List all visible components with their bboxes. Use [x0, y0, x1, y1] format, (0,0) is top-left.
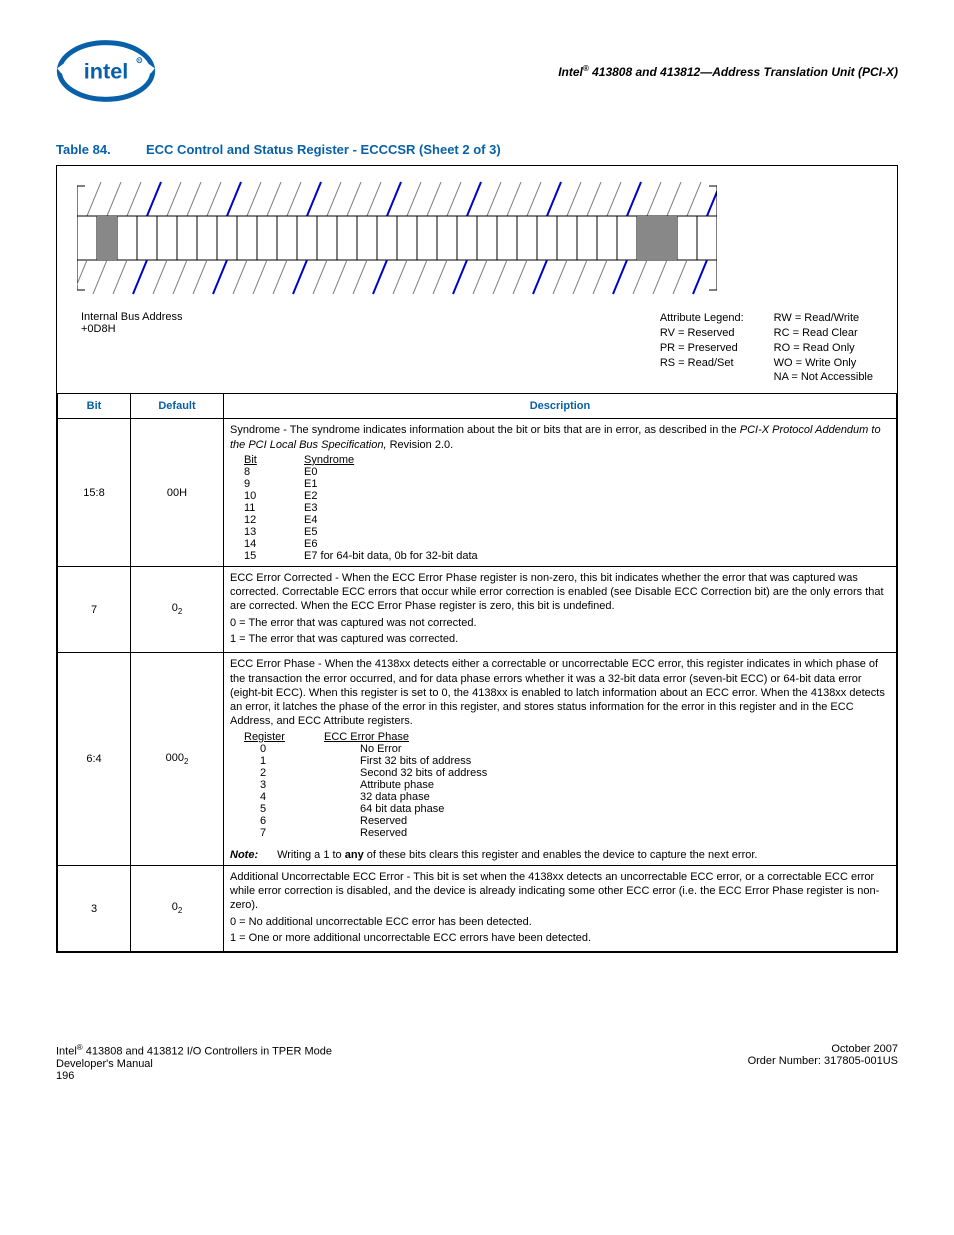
table-caption: Table 84.ECC Control and Status Register…	[56, 142, 898, 157]
svg-text:R: R	[138, 58, 141, 63]
th-description: Description	[224, 394, 897, 419]
intel-logo: intel R	[56, 40, 156, 102]
table-row: 6:4 0002 ECC Error Phase - When the 4138…	[58, 653, 897, 865]
attribute-legend: Attribute Legend: RV = Reserved PR = Pre…	[660, 311, 873, 385]
page-footer: Intel® 413808 and 413812 I/O Controllers…	[56, 1043, 898, 1082]
table-row: 3 02 Additional Uncorrectable ECC Error …	[58, 865, 897, 951]
register-table: Bit Default Description 15:8 00H Syndrom…	[57, 393, 897, 952]
page-header: intel R Intel® 413808 and 413812—Address…	[56, 40, 898, 102]
table-row: 15:8 00H Syndrome - The syndrome indicat…	[58, 419, 897, 567]
header-title: Intel® 413808 and 413812—Address Transla…	[558, 64, 898, 79]
svg-text:intel: intel	[84, 59, 129, 84]
bitfield-diagram	[77, 178, 717, 298]
register-box: Internal Bus Address +0D8H Attribute Leg…	[56, 165, 898, 953]
th-default: Default	[131, 394, 224, 419]
table-row: 7 02 ECC Error Corrected - When the ECC …	[58, 566, 897, 652]
th-bit: Bit	[58, 394, 131, 419]
internal-bus-address: Internal Bus Address +0D8H	[81, 311, 183, 385]
